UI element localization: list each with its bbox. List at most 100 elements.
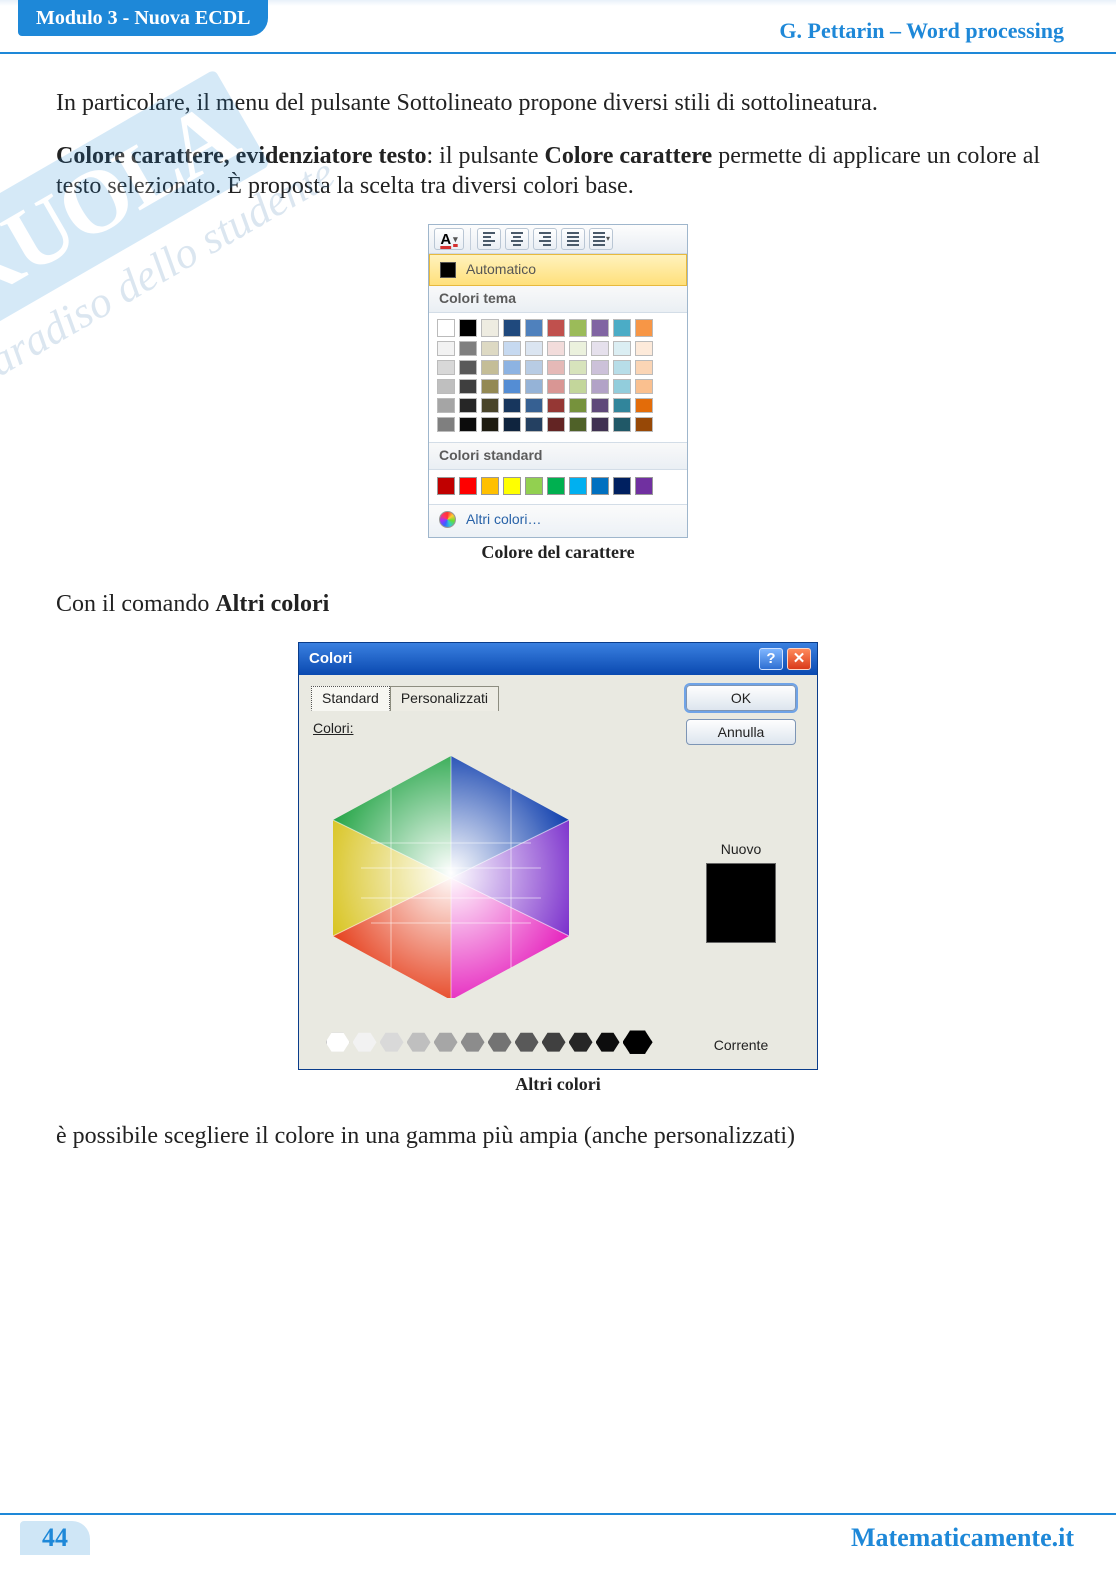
more-colors-row[interactable]: Altri colori… bbox=[429, 505, 687, 537]
color-swatch[interactable] bbox=[459, 398, 477, 413]
color-swatch[interactable] bbox=[613, 379, 631, 394]
color-swatch[interactable] bbox=[569, 341, 587, 356]
font-color-dropdown: A Automatico bbox=[428, 224, 688, 538]
color-swatch[interactable] bbox=[525, 379, 543, 394]
color-swatch[interactable] bbox=[547, 417, 565, 432]
color-swatch[interactable] bbox=[481, 417, 499, 432]
color-swatch[interactable] bbox=[547, 319, 565, 337]
color-swatch[interactable] bbox=[547, 379, 565, 394]
help-button[interactable]: ? bbox=[759, 648, 783, 670]
gray-swatch[interactable] bbox=[380, 1032, 404, 1053]
color-swatch[interactable] bbox=[437, 417, 455, 432]
color-swatch[interactable] bbox=[613, 477, 631, 495]
font-color-button[interactable]: A bbox=[434, 228, 464, 250]
color-swatch[interactable] bbox=[503, 379, 521, 394]
color-swatch[interactable] bbox=[503, 319, 521, 337]
color-swatch[interactable] bbox=[481, 360, 499, 375]
color-swatch[interactable] bbox=[547, 477, 565, 495]
color-swatch[interactable] bbox=[525, 360, 543, 375]
color-swatch[interactable] bbox=[525, 398, 543, 413]
color-swatch[interactable] bbox=[547, 341, 565, 356]
color-swatch[interactable] bbox=[569, 398, 587, 413]
gray-swatch[interactable] bbox=[515, 1032, 539, 1053]
color-swatch[interactable] bbox=[635, 341, 653, 356]
color-swatch[interactable] bbox=[437, 319, 455, 337]
color-swatch[interactable] bbox=[503, 477, 521, 495]
color-swatch[interactable] bbox=[569, 477, 587, 495]
color-swatch[interactable] bbox=[459, 360, 477, 375]
color-swatch[interactable] bbox=[459, 417, 477, 432]
align-center-button[interactable] bbox=[505, 228, 529, 250]
color-swatch[interactable] bbox=[635, 398, 653, 413]
automatic-color-row[interactable]: Automatico bbox=[429, 254, 687, 286]
color-swatch[interactable] bbox=[481, 379, 499, 394]
color-swatch[interactable] bbox=[525, 341, 543, 356]
color-swatch[interactable] bbox=[591, 379, 609, 394]
color-swatch[interactable] bbox=[591, 360, 609, 375]
align-justify-button[interactable] bbox=[561, 228, 585, 250]
color-swatch[interactable] bbox=[591, 477, 609, 495]
color-swatch[interactable] bbox=[503, 398, 521, 413]
line-spacing-button[interactable] bbox=[589, 228, 613, 250]
gray-swatch[interactable] bbox=[326, 1032, 350, 1053]
gray-swatch[interactable] bbox=[461, 1032, 485, 1053]
color-swatch[interactable] bbox=[459, 341, 477, 356]
gray-swatch[interactable] bbox=[434, 1032, 458, 1053]
color-swatch[interactable] bbox=[503, 417, 521, 432]
color-swatch[interactable] bbox=[613, 319, 631, 337]
gray-swatch[interactable] bbox=[542, 1032, 566, 1053]
color-swatch[interactable] bbox=[591, 398, 609, 413]
color-swatch[interactable] bbox=[613, 341, 631, 356]
gray-swatch[interactable] bbox=[488, 1032, 512, 1053]
color-swatch[interactable] bbox=[525, 319, 543, 337]
color-swatch[interactable] bbox=[437, 379, 455, 394]
color-swatch[interactable] bbox=[635, 379, 653, 394]
color-swatch[interactable] bbox=[503, 341, 521, 356]
color-swatch[interactable] bbox=[635, 477, 653, 495]
color-swatch[interactable] bbox=[459, 477, 477, 495]
color-swatch[interactable] bbox=[525, 477, 543, 495]
color-swatch[interactable] bbox=[481, 319, 499, 337]
color-swatch[interactable] bbox=[569, 417, 587, 432]
color-swatch[interactable] bbox=[635, 360, 653, 375]
gray-swatch[interactable] bbox=[353, 1032, 377, 1053]
color-swatch[interactable] bbox=[437, 341, 455, 356]
color-swatch[interactable] bbox=[437, 360, 455, 375]
color-swatch[interactable] bbox=[569, 319, 587, 337]
color-swatch[interactable] bbox=[503, 360, 521, 375]
ok-button[interactable]: OK bbox=[686, 685, 796, 711]
color-swatch[interactable] bbox=[437, 398, 455, 413]
tab-standard[interactable]: Standard bbox=[311, 686, 390, 712]
tab-custom[interactable]: Personalizzati bbox=[390, 686, 499, 712]
align-right-button[interactable] bbox=[533, 228, 557, 250]
color-swatch[interactable] bbox=[591, 341, 609, 356]
color-swatch[interactable] bbox=[635, 319, 653, 337]
color-swatch[interactable] bbox=[547, 360, 565, 375]
color-swatch[interactable] bbox=[459, 379, 477, 394]
color-swatch[interactable] bbox=[459, 319, 477, 337]
color-swatch[interactable] bbox=[591, 319, 609, 337]
color-swatch[interactable] bbox=[635, 417, 653, 432]
color-swatch[interactable] bbox=[547, 398, 565, 413]
color-swatch[interactable] bbox=[613, 360, 631, 375]
close-button[interactable]: ✕ bbox=[787, 648, 811, 670]
color-swatch[interactable] bbox=[481, 398, 499, 413]
gray-swatch-selected[interactable] bbox=[623, 1029, 653, 1055]
color-swatch[interactable] bbox=[591, 417, 609, 432]
color-swatch[interactable] bbox=[525, 417, 543, 432]
align-left-button[interactable] bbox=[477, 228, 501, 250]
theme-main-row bbox=[437, 319, 679, 337]
color-swatch[interactable] bbox=[481, 477, 499, 495]
color-hexagon-picker[interactable] bbox=[311, 748, 591, 998]
color-swatch[interactable] bbox=[437, 477, 455, 495]
color-swatch[interactable] bbox=[613, 398, 631, 413]
gray-swatch[interactable] bbox=[407, 1032, 431, 1053]
automatic-swatch bbox=[440, 262, 456, 278]
color-swatch[interactable] bbox=[613, 417, 631, 432]
gray-swatch[interactable] bbox=[569, 1032, 593, 1053]
color-swatch[interactable] bbox=[569, 379, 587, 394]
gray-swatch[interactable] bbox=[596, 1032, 620, 1053]
color-swatch[interactable] bbox=[481, 341, 499, 356]
color-swatch[interactable] bbox=[569, 360, 587, 375]
cancel-button[interactable]: Annulla bbox=[686, 719, 796, 745]
